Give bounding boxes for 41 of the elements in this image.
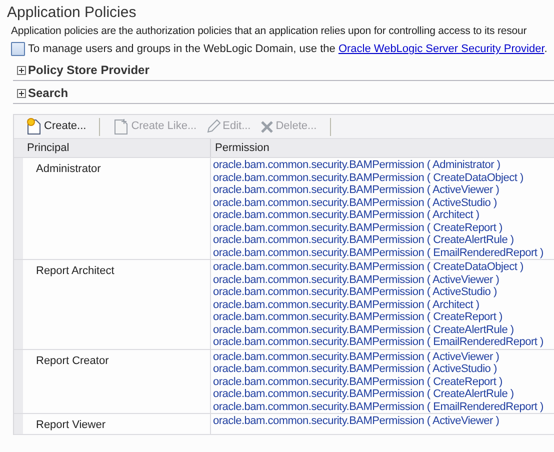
info-icon xyxy=(11,42,25,56)
permission-link[interactable]: oracle.bam.common.security.BAMPermission ( ActiveViewer ) xyxy=(213,415,554,428)
section-title: Search xyxy=(28,85,68,102)
permission-link[interactable]: oracle.bam.common.security.BAMPermission ( CreateDataObject ) xyxy=(213,172,554,184)
table-cell: Report Architect xyxy=(23,260,211,348)
permission-link[interactable]: oracle.bam.common.security.BAMPermission ( CreateReport ) xyxy=(213,311,554,324)
section-header[interactable]: Policy Store Provider xyxy=(13,60,554,81)
table-cell: Report Creator xyxy=(23,350,211,413)
permission-link[interactable]: oracle.bam.common.security.BAMPermission ( CreateDataObject ) xyxy=(213,261,554,274)
permission-link[interactable]: oracle.bam.common.security.BAMPermission ( CreateAlertRule ) xyxy=(213,388,554,400)
permission-link[interactable]: oracle.bam.common.security.BAMPermission ( EmailRenderedReport ) xyxy=(213,336,554,348)
toolbar-button[interactable]: Create... xyxy=(24,118,88,135)
permission-link[interactable]: oracle.bam.common.security.BAMPermission ( ActiveStudio ) xyxy=(213,196,554,209)
security-provider-link[interactable]: Oracle WebLogic Server Security Provider xyxy=(338,43,544,55)
permission-link[interactable]: oracle.bam.common.security.BAMPermission ( ActiveViewer ) xyxy=(213,274,554,286)
permission-link[interactable]: oracle.bam.common.security.BAMPermission ( ActiveViewer ) xyxy=(213,184,554,196)
permission-link[interactable]: oracle.bam.common.security.BAMPermission ( Architect ) xyxy=(213,209,554,222)
permission-link[interactable]: oracle.bam.common.security.BAMPermission ( EmailRenderedReport ) xyxy=(213,246,554,259)
column-header: Principal xyxy=(23,139,211,157)
new-document-icon xyxy=(113,118,130,135)
table-cell: Administrator xyxy=(23,158,211,259)
permission-link[interactable]: oracle.bam.common.security.BAMPermission ( EmailRenderedReport ) xyxy=(213,400,554,413)
permission-link[interactable]: oracle.bam.common.security.BAMPermission ( CreateAlertRule ) xyxy=(213,324,554,336)
new-document-icon xyxy=(26,118,42,135)
column-header: Permission xyxy=(214,140,270,156)
delete-icon xyxy=(260,120,274,134)
section-title: Policy Store Provider xyxy=(28,62,150,79)
info-text: To manage users and groups in the WebLogic Domain, use the Oracle WebLogic Server Security Provider. xyxy=(28,42,548,57)
page-title: Application Policies xyxy=(7,4,138,22)
description-text: Application policies are the authorization policies that an application relies upon for controlling access to its resour xyxy=(11,25,527,37)
table-cell: Report Viewer xyxy=(23,414,211,434)
permission-link[interactable]: oracle.bam.common.security.BAMPermission ( ActiveStudio ) xyxy=(213,363,554,376)
section-header[interactable]: Search xyxy=(13,83,554,104)
permission-link[interactable]: oracle.bam.common.security.BAMPermission ( Administrator ) xyxy=(213,159,554,172)
permission-link[interactable]: oracle.bam.common.security.BAMPermission ( Architect ) xyxy=(213,298,554,311)
permission-link[interactable]: oracle.bam.common.security.BAMPermission ( CreateAlertRule ) xyxy=(213,234,554,246)
permission-link[interactable]: oracle.bam.common.security.BAMPermission ( ActiveViewer ) xyxy=(213,350,554,363)
permission-link[interactable]: oracle.bam.common.security.BAMPermission ( CreateReport ) xyxy=(213,222,554,234)
permission-link[interactable]: oracle.bam.common.security.BAMPermission ( ActiveStudio ) xyxy=(213,286,554,298)
permission-link[interactable]: oracle.bam.common.security.BAMPermission ( CreateReport ) xyxy=(213,376,554,388)
pencil-icon xyxy=(206,119,221,134)
